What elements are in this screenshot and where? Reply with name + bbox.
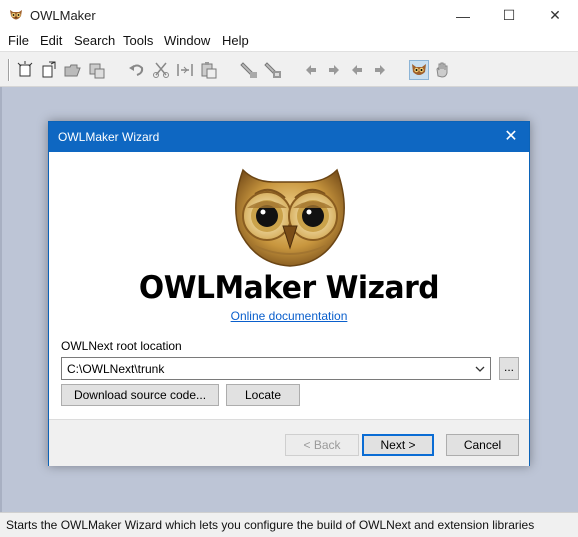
hand-icon[interactable] (432, 60, 452, 80)
download-source-button[interactable]: Download source code... (61, 384, 219, 406)
menu-file[interactable]: File (8, 33, 29, 48)
dialog-close-icon[interactable]: ✕ (501, 127, 521, 147)
maximize-button[interactable]: ☐ (486, 0, 532, 31)
new-file-icon[interactable] (39, 60, 59, 80)
dialog-footer: < Back Next > Cancel (49, 419, 529, 466)
owl-icon[interactable] (409, 60, 429, 80)
build-icon[interactable] (239, 60, 259, 80)
new-wizard-icon[interactable] (15, 60, 35, 80)
cut-icon[interactable] (151, 60, 171, 80)
menu-search[interactable]: Search (74, 33, 115, 48)
toolbar-grip[interactable] (8, 59, 10, 81)
build-all-icon[interactable] (263, 60, 283, 80)
window-title: OWLMaker (30, 8, 96, 23)
owl-logo-image (235, 168, 345, 267)
dialog-title-bar: OWLMaker Wizard ✕ (49, 122, 529, 152)
menu-tools[interactable]: Tools (123, 33, 153, 48)
status-bar: Starts the OWLMaker Wizard which lets yo… (0, 512, 578, 537)
open-folder-icon[interactable] (63, 60, 83, 80)
minimize-icon: — (456, 7, 470, 24)
minimize-button[interactable]: — (440, 0, 486, 31)
arrow-right-alt-icon[interactable] (370, 60, 390, 80)
arrow-left-icon[interactable] (301, 60, 321, 80)
split-icon[interactable] (175, 60, 195, 80)
dialog-title: OWLMaker Wizard (58, 130, 160, 144)
toolbar (0, 51, 578, 87)
cancel-button[interactable]: Cancel (446, 434, 519, 456)
menu-help[interactable]: Help (222, 33, 249, 48)
undo-icon[interactable] (127, 60, 147, 80)
chevron-down-icon[interactable] (474, 363, 486, 375)
close-button[interactable]: ✕ (532, 0, 578, 31)
root-location-combobox[interactable]: C:\OWLNext\trunk (61, 357, 491, 380)
next-button[interactable]: Next > (362, 434, 434, 456)
back-button[interactable]: < Back (285, 434, 359, 456)
menu-bar: File Edit Search Tools Window Help (0, 31, 578, 51)
locate-button[interactable]: Locate (226, 384, 300, 406)
arrow-left-alt-icon[interactable] (347, 60, 367, 80)
root-location-value: C:\OWLNext\trunk (67, 362, 165, 376)
paste-icon[interactable] (199, 60, 219, 80)
status-text: Starts the OWLMaker Wizard which lets yo… (6, 518, 535, 532)
maximize-icon: ☐ (502, 7, 516, 23)
online-documentation-link[interactable]: Online documentation (49, 309, 529, 323)
title-bar: OWLMaker — ☐ ✕ (0, 0, 578, 31)
arrow-right-icon[interactable] (324, 60, 344, 80)
close-icon: ✕ (549, 7, 561, 23)
root-location-label: OWLNext root location (61, 339, 182, 353)
wizard-dialog: OWLMaker Wizard ✕ OWLMaker Wizard Online… (48, 121, 530, 466)
browse-button[interactable]: ... (499, 357, 519, 380)
owl-app-icon (10, 10, 22, 20)
menu-edit[interactable]: Edit (40, 33, 62, 48)
wizard-heading: OWLMaker Wizard (138, 270, 440, 306)
menu-window[interactable]: Window (164, 33, 210, 48)
save-icon[interactable] (87, 60, 107, 80)
